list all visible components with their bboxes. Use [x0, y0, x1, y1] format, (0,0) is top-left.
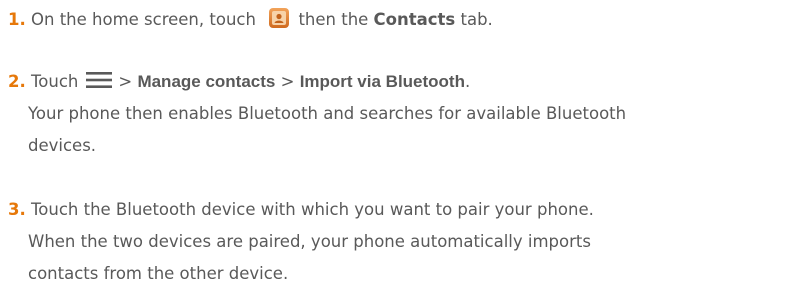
step-continuation: When the two devices are paired, your ph…	[28, 232, 591, 251]
breadcrumb-separator: >	[280, 72, 295, 91]
breadcrumb-separator: >	[118, 72, 133, 91]
step-text: tab.	[460, 10, 493, 29]
step-text: Touch	[31, 72, 79, 91]
step-number: 1.	[8, 10, 26, 29]
step-text: On the home screen, touch	[31, 10, 256, 29]
step-number: 2.	[8, 72, 26, 91]
step-2: 2. Touch > Manage contacts > Import via B…	[8, 66, 810, 162]
contacts-tab-label: Contacts	[373, 10, 456, 29]
step-continuation: devices.	[28, 136, 97, 155]
menu-icon	[86, 67, 113, 88]
step-text: .	[464, 72, 471, 91]
import-via-bluetooth-label: Import via Bluetooth	[299, 72, 465, 91]
step-3: 3. Touch the Bluetooth device with which…	[8, 194, 810, 290]
manage-contacts-label: Manage contacts	[137, 72, 276, 91]
step-text: then the	[298, 10, 369, 29]
step-1: 1. On the home screen, touch then the Co…	[8, 4, 810, 36]
contacts-app-icon	[269, 8, 290, 28]
step-number: 3.	[8, 200, 26, 219]
step-continuation: contacts from the other device.	[28, 264, 289, 283]
step-text: Touch the Bluetooth device with which yo…	[31, 200, 594, 219]
step-continuation: Your phone then enables Bluetooth and se…	[28, 104, 627, 123]
